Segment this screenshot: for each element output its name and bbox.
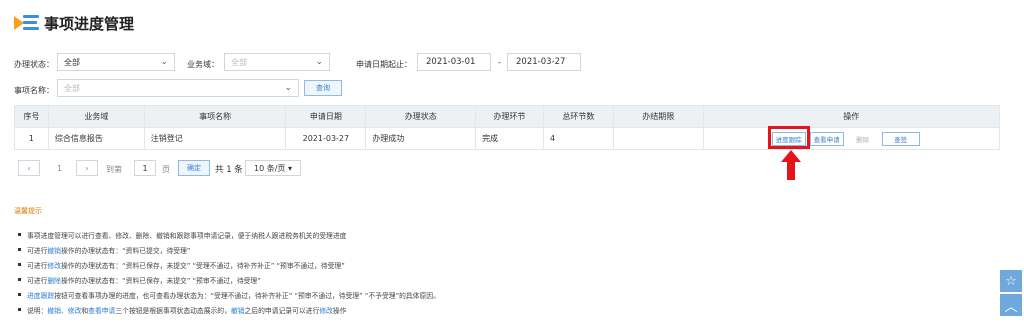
page-title: 事项进度管理 (44, 14, 135, 33)
table-header-row: 序号 业务域 事项名称 申请日期 办理状态 办理环节 总环节数 办结期限 操作 (15, 106, 999, 127)
status-select[interactable]: 全部 ⌄ (57, 53, 175, 71)
view-application-button[interactable]: 查看申请 (809, 132, 844, 146)
notice-text: 操作的办理状态有：“资料已提交，待受理” (60, 246, 191, 255)
favorite-star-icon[interactable]: ☆ (1000, 270, 1022, 292)
notice-link[interactable]: 删除 (47, 275, 61, 285)
chevron-down-icon: ⌄ (315, 57, 323, 67)
notice-text: 操作 (332, 306, 347, 315)
notice-link[interactable]: 撤销、修改 (47, 305, 81, 315)
col-header: 办结期限 (614, 106, 704, 127)
date-from-input[interactable]: 2021-03-01 (417, 53, 491, 71)
status-select-value: 全部 (64, 57, 80, 67)
domain-label: 业务域： (187, 60, 219, 69)
cell-deadline (614, 128, 704, 149)
notice-link[interactable]: 修改 (47, 260, 61, 270)
notice-text: 说明： (27, 306, 48, 315)
notice-list: 事项进度管理可以进行查看、修改、删除、撤销和跟踪事项申请记录，便于纳税人跟进税务… (18, 227, 440, 317)
goto-label: 到第 (106, 165, 122, 174)
notice-link[interactable]: 撤销 (231, 305, 245, 315)
cell-no: 1 (15, 128, 49, 149)
domain-select-value: 全部 (231, 57, 247, 67)
notice-text: 按钮可查看事项办理的进度，也可查看办理状态为：“受理不通过，待补齐补正” “预审… (54, 291, 440, 300)
progress-table: 序号 业务域 事项名称 申请日期 办理状态 办理环节 总环节数 办结期限 操作 … (14, 105, 1000, 150)
notice-link[interactable]: 进度跟踪 (27, 290, 54, 300)
table-row: 1 综合信息报告 注销登记 2021-03-27 办理成功 完成 4 进度跟踪 … (15, 127, 999, 149)
cell-item-name: 注销登记 (145, 128, 287, 149)
col-header: 办理状态 (366, 106, 477, 127)
col-header: 操作 (843, 112, 860, 121)
col-header: 业务域 (49, 106, 145, 127)
delete-button[interactable]: 删除 (852, 132, 874, 146)
page-size-select[interactable]: 10 条/页 ▾ (245, 160, 301, 176)
item-name-select-value: 全部 (64, 83, 80, 93)
current-page[interactable]: 1 (57, 164, 62, 173)
notice-text: 三个按钮是根据事项状态动态展示的， (115, 306, 231, 315)
col-header: 办理环节 (476, 106, 544, 127)
chevron-down-icon: ⌄ (284, 83, 292, 93)
cell-domain: 综合信息报告 (49, 128, 145, 149)
highlight-box (768, 126, 810, 149)
back-to-top-icon[interactable]: ︿ (1000, 294, 1022, 316)
total-count: 共 1 条 (215, 165, 243, 175)
next-page-button[interactable]: › (76, 160, 98, 176)
title-list-icon (14, 12, 40, 34)
notice-line: 可进行 修改 操作的办理状态有：“资料已保存，未提交” “受理不通过，待补齐补正” … (18, 257, 440, 272)
col-header: 序号 (15, 106, 49, 127)
notice-line: 可进行 删除 操作的办理状态有：“资料已保存，未提交” “预审不通过，待受理” (18, 272, 440, 287)
notice-title: 温馨提示 (14, 207, 42, 215)
arrow-up-icon (781, 150, 801, 180)
bullet-icon (18, 248, 21, 251)
goto-confirm-button[interactable]: 确定 (178, 160, 210, 176)
query-button[interactable]: 查询 (304, 80, 342, 96)
bullet-icon (18, 293, 21, 296)
page-unit: 页 (162, 165, 170, 174)
item-name-select[interactable]: 全部 ⌄ (57, 79, 299, 97)
notice-link[interactable]: 查看申请 (88, 305, 115, 315)
notice-text: 可进行 (27, 276, 48, 285)
cell-step: 完成 (476, 128, 544, 149)
notice-link[interactable]: 撤销 (47, 245, 61, 255)
notice-link[interactable]: 修改 (319, 305, 333, 315)
notice-text: 可进行 (27, 246, 48, 255)
bullet-icon (18, 233, 21, 236)
goto-page-input[interactable]: 1 (134, 160, 156, 176)
cell-status: 办理成功 (366, 128, 477, 149)
prev-page-button[interactable]: ‹ (18, 160, 40, 176)
bullet-icon (18, 308, 21, 311)
domain-select[interactable]: 全部 ⌄ (224, 53, 330, 71)
notice-line: 说明： 撤销、修改和查看申请 三个按钮是根据事项状态动态展示的， 撤销 之后的申请记录可… (18, 302, 440, 317)
notice-text: 操作的办理状态有：“资料已保存，未提交” “受理不通过，待补齐补正” “预审不通… (60, 261, 345, 270)
bullet-icon (18, 263, 21, 266)
notice-text: 操作的办理状态有：“资料已保存，未提交” “预审不通过，待受理” (60, 276, 261, 285)
notice-line: 可进行 撤销 操作的办理状态有：“资料已提交，待受理” (18, 242, 440, 257)
date-separator: - (498, 58, 501, 67)
notice-text: 可进行 (27, 261, 48, 270)
status-label: 办理状态： (14, 60, 54, 69)
col-header: 事项名称 (145, 106, 287, 127)
chevron-down-icon: ⌄ (160, 57, 168, 67)
notice-text: 之后的申请记录可以进行 (244, 306, 320, 315)
cell-operations: 进度跟踪 查看申请 删除 查签 (704, 128, 999, 149)
col-header: 申请日期 (286, 106, 367, 127)
date-range-label: 申请日期起止： (356, 60, 412, 69)
notice-line: 进度跟踪 按钮可查看事项办理的进度，也可查看办理状态为：“受理不通过，待补齐补正”… (18, 287, 440, 302)
date-to-input[interactable]: 2021-03-27 (507, 53, 581, 71)
notice-text: 和 (81, 306, 89, 315)
page-header: 事项进度管理 (14, 12, 134, 34)
item-name-label: 事项名称： (14, 86, 54, 95)
col-header: 总环节数 (544, 106, 614, 127)
notice-line: 事项进度管理可以进行查看、修改、删除、撤销和跟踪事项申请记录，便于纳税人跟进税务… (18, 227, 440, 242)
bullet-icon (18, 278, 21, 281)
notice-text: 事项进度管理可以进行查看、修改、删除、撤销和跟踪事项申请记录，便于纳税人跟进税务… (27, 231, 347, 240)
cell-total-steps: 4 (544, 128, 614, 149)
query-sign-button[interactable]: 查签 (881, 132, 920, 146)
cell-date: 2021-03-27 (286, 128, 367, 149)
